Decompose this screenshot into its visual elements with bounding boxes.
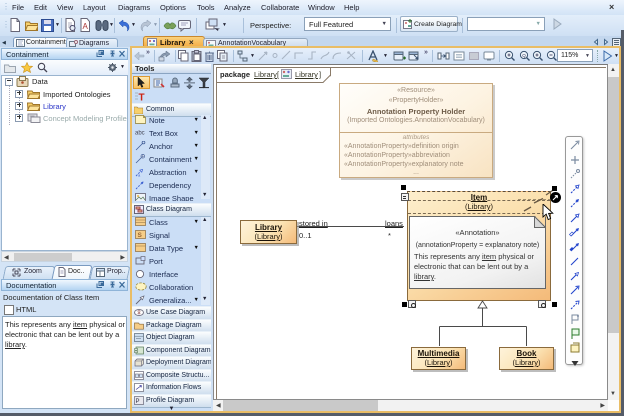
svg-text:P: P bbox=[136, 399, 140, 405]
svg-text:a: a bbox=[138, 173, 141, 178]
svg-text:S: S bbox=[138, 232, 143, 239]
svg-text:abc: abc bbox=[135, 131, 145, 137]
svg-text:Q: Q bbox=[522, 53, 526, 58]
svg-text:T: T bbox=[139, 93, 145, 103]
